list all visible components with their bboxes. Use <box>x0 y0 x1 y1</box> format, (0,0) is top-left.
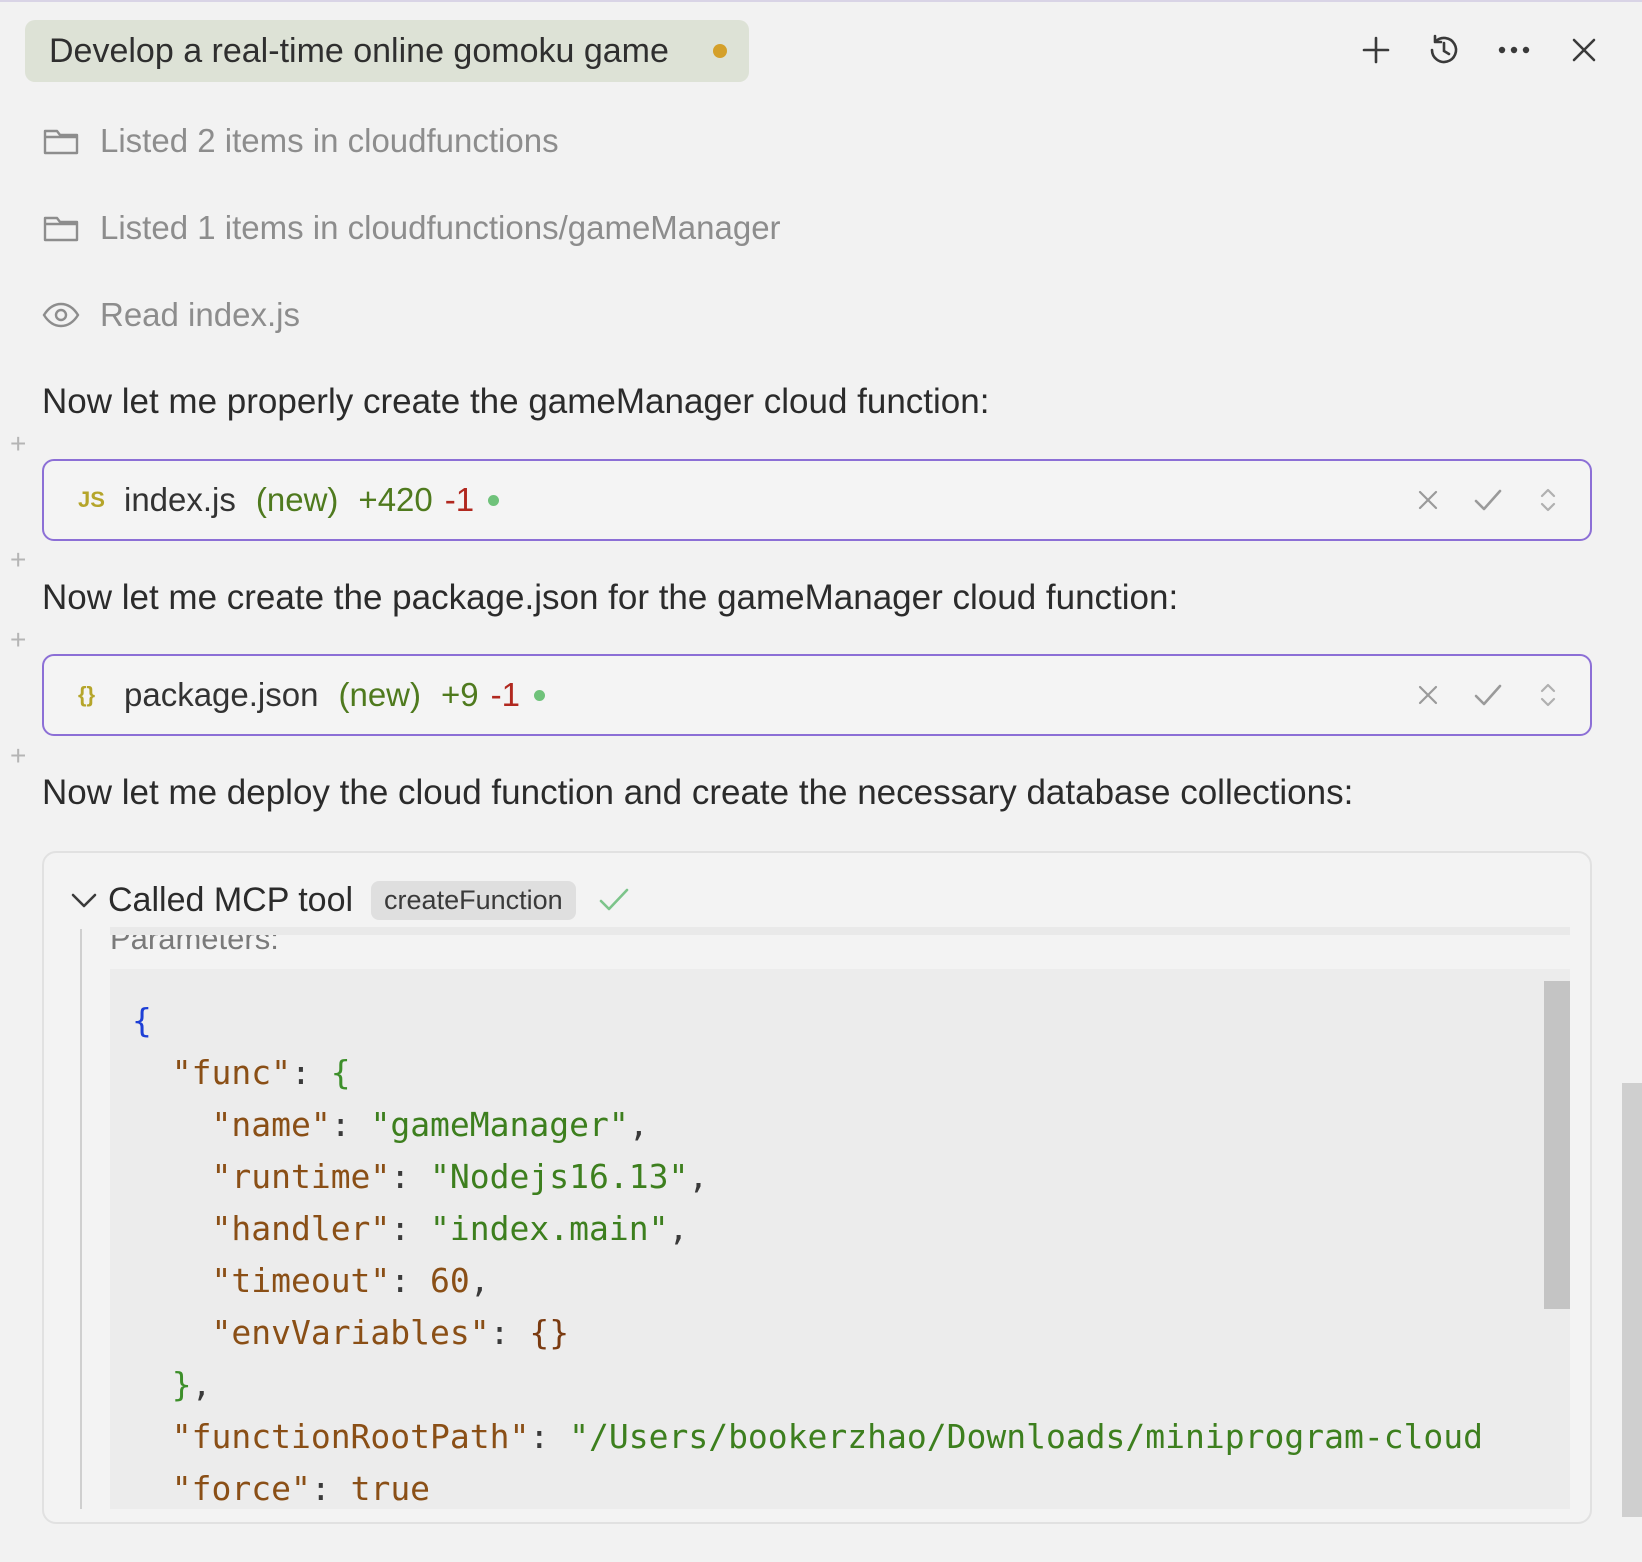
file-name: package.json <box>124 676 319 713</box>
assistant-message: Now let me create the package.json for t… <box>42 578 1179 617</box>
close-panel-button[interactable] <box>1560 26 1608 74</box>
header: Develop a real-time online gomoku game <box>0 0 1642 100</box>
reject-button[interactable] <box>1410 482 1446 518</box>
file-change-card[interactable]: {} package.json (new) +9 -1 <box>42 654 1592 736</box>
parameters-code-block[interactable]: { "func": { "name": "gameManager", "runt… <box>110 969 1570 1509</box>
history-button[interactable] <box>1420 26 1468 74</box>
status-dot <box>488 494 500 506</box>
tool-call-label: Called MCP tool <box>108 880 354 919</box>
lines-added: +9 <box>441 676 479 713</box>
file-status: (new) <box>255 481 339 518</box>
plus-icon <box>1362 36 1390 64</box>
code-token: true <box>350 1469 431 1508</box>
tool-call-rail <box>80 929 82 1509</box>
conversation-title-tab[interactable]: Develop a real-time online gomoku game <box>25 20 749 82</box>
activity-item[interactable]: Listed 2 items in cloudfunctions <box>42 116 559 166</box>
activity-text: Read index.js <box>100 296 300 333</box>
code-token: "gameManager" <box>370 1105 629 1144</box>
panel-scrollbar[interactable] <box>1622 1083 1642 1517</box>
code-token: "force" <box>171 1469 311 1508</box>
close-icon <box>1418 685 1438 705</box>
lines-added: +420 <box>358 481 433 518</box>
code-token: { <box>132 1001 152 1040</box>
code-token: "/Users/bookerzhao/Downloads/miniprogram… <box>569 1417 1484 1456</box>
expand-toggle-button[interactable] <box>1530 482 1566 518</box>
check-icon <box>1474 489 1502 511</box>
file-card-actions <box>1410 461 1566 539</box>
code-token: { <box>330 1053 351 1092</box>
code-scrollbar[interactable] <box>1544 981 1570 1309</box>
folder-icon <box>42 122 80 160</box>
close-icon <box>1418 490 1438 510</box>
history-icon <box>1430 34 1458 64</box>
insert-plus-icon[interactable]: + <box>10 546 26 574</box>
file-change-card[interactable]: JS index.js (new) +420 -1 <box>42 459 1592 541</box>
code-token: } <box>171 1365 192 1404</box>
code-token: "index.main" <box>430 1209 669 1248</box>
expand-toggle-button[interactable] <box>1530 677 1566 713</box>
folder-icon <box>42 209 80 247</box>
eye-icon <box>42 296 80 334</box>
activity-item[interactable]: Listed 1 items in cloudfunctions/gameMan… <box>42 203 781 253</box>
code-text: { "func": { "name": "gameManager", "runt… <box>132 1001 1484 1508</box>
more-options-button[interactable] <box>1490 26 1538 74</box>
code-token: "functionRootPath" <box>171 1417 530 1456</box>
assistant-message: Now let me properly create the gameManag… <box>42 382 990 421</box>
more-horizontal-icon <box>1498 46 1530 54</box>
tool-call-header[interactable]: Called MCP tool createFunction <box>64 877 634 923</box>
chevron-down-icon[interactable] <box>64 880 104 920</box>
unsaved-indicator-dot <box>713 44 727 58</box>
code-token: "name" <box>211 1105 331 1144</box>
chevron-up-down-icon <box>1540 488 1556 512</box>
close-icon <box>1572 38 1596 62</box>
scroll-fade <box>110 927 1570 935</box>
new-chat-button[interactable] <box>1352 26 1400 74</box>
js-file-icon: JS <box>78 487 105 512</box>
insert-plus-icon[interactable]: + <box>10 430 26 458</box>
activity-text: Listed 1 items in cloudfunctions/gameMan… <box>100 209 781 246</box>
status-dot <box>533 689 545 701</box>
code-token: "Nodejs16.13" <box>430 1157 689 1196</box>
lines-removed: -1 <box>490 676 520 713</box>
insert-plus-icon[interactable]: + <box>10 626 26 654</box>
chevron-up-down-icon <box>1540 683 1556 707</box>
json-file-icon: {} <box>78 682 96 707</box>
file-name: index.js <box>124 481 236 518</box>
check-icon <box>594 880 634 920</box>
accept-button[interactable] <box>1470 482 1506 518</box>
file-status: (new) <box>338 676 422 713</box>
code-token: "func" <box>171 1053 291 1092</box>
insert-plus-icon[interactable]: + <box>10 742 26 770</box>
code-token: 60 <box>430 1261 470 1300</box>
code-token: {} <box>529 1313 570 1352</box>
tool-call-panel: Called MCP tool createFunction Parameter… <box>42 851 1592 1524</box>
tool-name-badge: createFunction <box>371 880 576 920</box>
code-token: "envVariables" <box>211 1313 490 1352</box>
code-token: "timeout" <box>211 1261 391 1300</box>
conversation-title: Develop a real-time online gomoku game <box>49 31 669 70</box>
reject-button[interactable] <box>1410 677 1446 713</box>
activity-item[interactable]: Read index.js <box>42 290 300 340</box>
assistant-message: Now let me deploy the cloud function and… <box>42 773 1354 812</box>
code-token: "handler" <box>211 1209 391 1248</box>
activity-text: Listed 2 items in cloudfunctions <box>100 122 559 159</box>
check-icon <box>1474 684 1502 706</box>
accept-button[interactable] <box>1470 677 1506 713</box>
file-card-actions <box>1410 656 1566 734</box>
code-token: "runtime" <box>211 1157 391 1196</box>
lines-removed: -1 <box>444 481 475 518</box>
